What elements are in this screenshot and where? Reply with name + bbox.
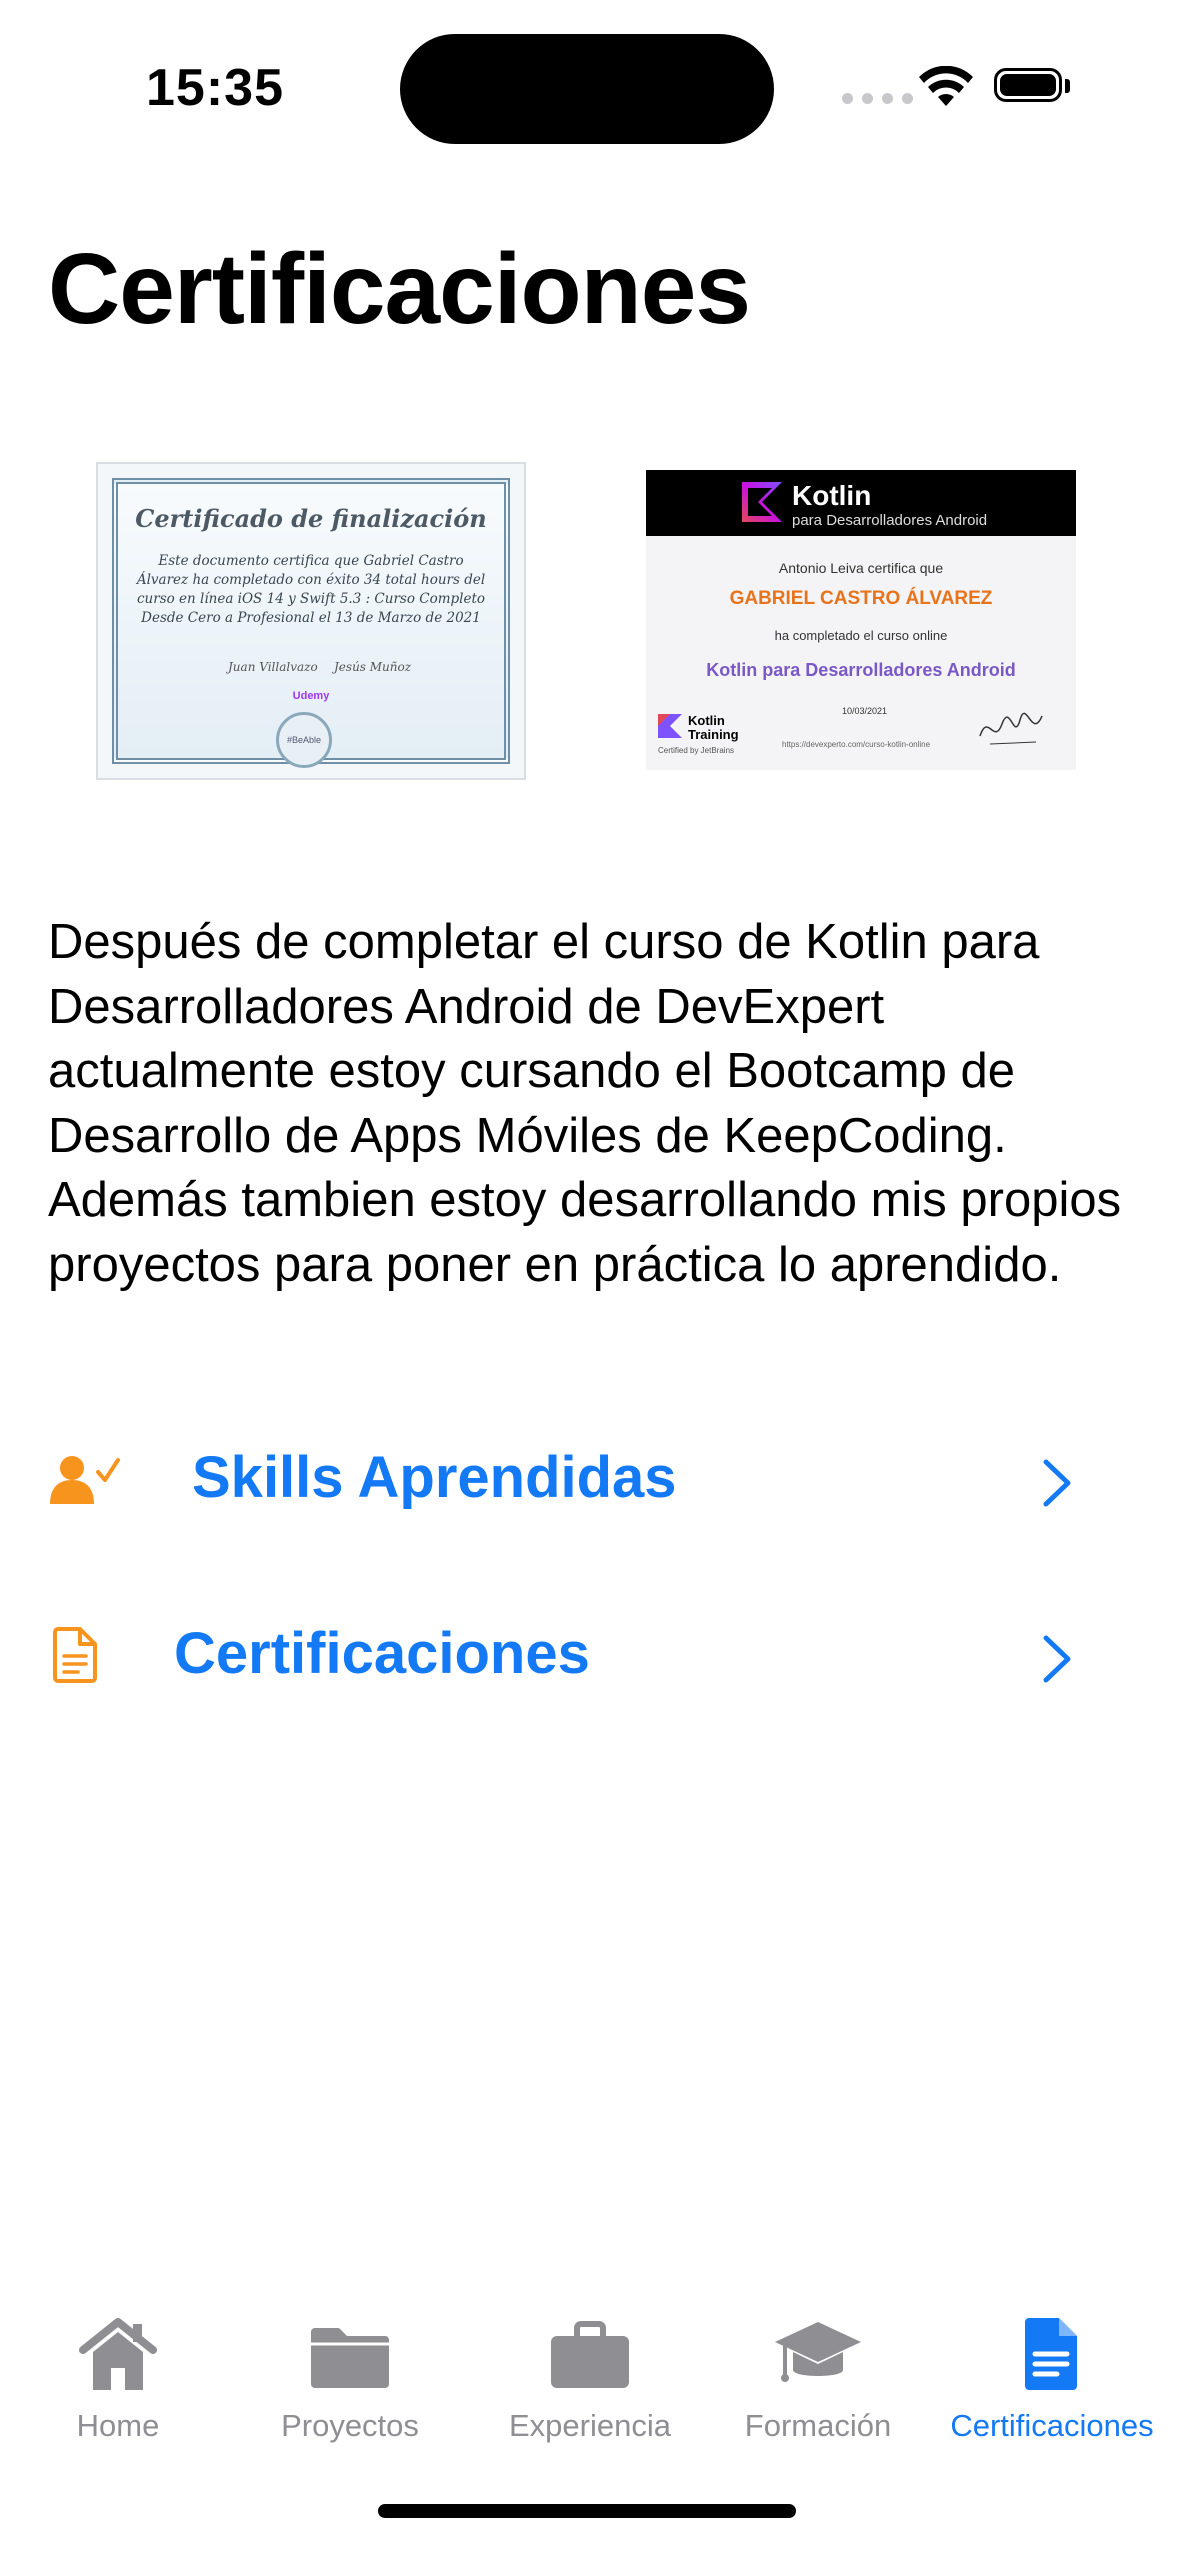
tab-proyectos-label: Proyectos <box>281 2408 419 2443</box>
status-time: 15:35 <box>146 59 284 117</box>
graduation-cap-icon <box>775 2322 861 2382</box>
kotlin-training-sub: Certified by JetBrains <box>658 746 735 755</box>
skills-aprendidas-link[interactable]: Skills Aprendidas <box>0 1426 1179 1536</box>
document-icon <box>53 1627 97 1683</box>
udemy-certificate-heading: Certificado de finalización <box>135 504 487 533</box>
kotlin-cert-line3: ha completado el curso online <box>774 628 948 643</box>
kotlin-certificate-image[interactable]: Kotlin para Desarrolladores Android Anto… <box>646 470 1076 770</box>
kotlin-cert-url: https://devexperto.com/curso-kotlin-onli… <box>782 740 931 749</box>
status-bar: 15:35 <box>0 0 1179 170</box>
battery-icon <box>994 68 1070 102</box>
tab-experiencia-label: Experiencia <box>509 2408 671 2443</box>
udemy-signature-right: Jesús Muñoz <box>334 660 412 674</box>
briefcase-icon <box>551 2321 629 2388</box>
kotlin-training-title: Kotlin Training <box>688 713 739 742</box>
kotlin-brand-sub: para Desarrolladores Android <box>792 512 988 529</box>
chevron-right-icon <box>1043 1459 1071 1507</box>
cellular-signal-icon <box>842 93 913 104</box>
kotlin-cert-course: Kotlin para Desarrolladores Android <box>706 660 1016 680</box>
kotlin-training-logo-icon <box>658 714 682 738</box>
kotlin-cert-line1: Antonio Leiva certifica que <box>778 560 944 576</box>
kotlin-logo-icon <box>742 482 782 522</box>
folder-icon <box>311 2328 389 2388</box>
description-text: Después de completar el curso de Kotlin … <box>48 915 1122 1292</box>
udemy-signature-left: Juan Villalvazo <box>228 660 318 674</box>
tab-bar: Home Proyectos Experiencia Formación Cer… <box>0 2300 1179 2470</box>
person-checkmark-icon <box>50 1456 120 1504</box>
house-icon <box>79 2318 157 2390</box>
udemy-certificate-body: Este documento certifica que Gabriel Cas… <box>136 553 486 626</box>
home-indicator <box>378 2504 796 2518</box>
tab-home-label: Home <box>76 2408 160 2443</box>
dynamic-island <box>400 34 774 144</box>
kotlin-cert-name: GABRIEL CASTRO ÁLVAREZ <box>729 588 993 609</box>
skills-aprendidas-label: Skills Aprendidas <box>192 1445 677 1510</box>
udemy-certificate-image[interactable]: Certificado de finalización Este documen… <box>96 462 526 780</box>
tab-formacion-label: Formación <box>744 2408 892 2443</box>
udemy-seal: #BeAble <box>276 712 332 768</box>
kotlin-cert-date: 10/03/2021 <box>842 706 888 716</box>
page-title: Certificaciones <box>48 233 751 345</box>
certificaciones-label: Certificaciones <box>174 1621 590 1686</box>
certificaciones-link[interactable]: Certificaciones <box>0 1602 1179 1712</box>
kotlin-signature <box>979 712 1043 745</box>
udemy-logo: Udemy <box>292 690 330 702</box>
document-fill-icon <box>1025 2318 1077 2390</box>
kotlin-brand: Kotlin <box>792 480 872 511</box>
tab-certificaciones-label: Certificaciones <box>950 2408 1154 2443</box>
wifi-icon <box>919 66 973 106</box>
chevron-right-icon <box>1043 1635 1071 1683</box>
